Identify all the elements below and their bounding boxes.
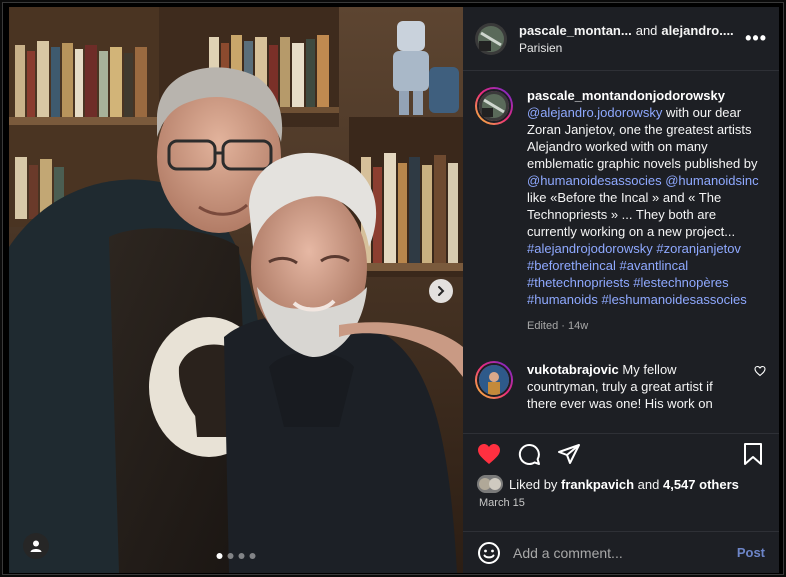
header-usernames: pascale_montan... and alejandro....	[519, 23, 745, 38]
carousel-indicators	[216, 553, 256, 559]
caption-username[interactable]: pascale_montandonjodorowsky	[527, 87, 767, 104]
mention-link[interactable]: @humanoidesassocies	[527, 173, 662, 188]
action-bar	[463, 433, 779, 473]
liker-avatar-image	[477, 475, 503, 493]
likes-count[interactable]: 4,547 others	[663, 477, 739, 492]
chevron-right-icon	[438, 286, 445, 296]
hashtag-link[interactable]: #humanoids	[527, 292, 598, 307]
carousel-dot	[249, 553, 256, 559]
post-header: pascale_montan... and alejandro.... Parisi…	[463, 7, 779, 71]
avatar-image	[479, 365, 509, 395]
comment-body: vukotabrajovic My fellow countryman, tru…	[527, 361, 745, 412]
hashtags: #alejandrojodorowsky #zoranjanjetov #bef…	[527, 240, 767, 308]
comment-button[interactable]	[517, 442, 541, 466]
caption-body: pascale_montandonjodorowsky @alejandro.j…	[527, 87, 767, 335]
user-icon	[30, 540, 42, 552]
comments-list[interactable]: pascale_montandonjodorowsky @alejandro.j…	[463, 81, 779, 423]
caption-avatar[interactable]	[475, 87, 513, 125]
caption-text-part: like «Before the Incal » and « The Techn…	[527, 190, 736, 239]
post-comment-button[interactable]: Post	[737, 545, 765, 560]
commenter-username[interactable]: vukotabrajovic	[527, 362, 619, 377]
author-username[interactable]: pascale_montan...	[519, 23, 632, 38]
add-comment-bar: Post	[463, 531, 779, 573]
liked-by-middle: and	[637, 476, 660, 492]
save-button[interactable]	[741, 442, 765, 466]
avatar-image	[479, 91, 509, 121]
comment-item: vukotabrajovic My fellow countryman, tru…	[463, 355, 779, 418]
header-text: pascale_montan... and alejandro.... Parisi…	[519, 23, 745, 55]
post-side-panel: pascale_montan... and alejandro.... Parisi…	[463, 7, 779, 573]
mention-link[interactable]: @humanoidsinc	[665, 173, 758, 188]
mention-link[interactable]: @alejandro.jodorowsky	[527, 105, 662, 120]
comment-bubble-icon	[518, 443, 540, 465]
hashtag-link[interactable]: #zoranjanjetov	[656, 241, 741, 256]
liked-by-prefix: Liked by	[509, 476, 558, 492]
post-location[interactable]: Parisien	[519, 41, 745, 55]
photo-scene	[9, 7, 463, 573]
emoji-icon[interactable]	[477, 541, 501, 565]
caption-text: @alejandro.jodorowsky with our dear Zora…	[527, 104, 767, 240]
hashtag-link[interactable]: #leshumanoidesassocies	[601, 292, 746, 307]
post-date[interactable]: March 15	[479, 497, 525, 509]
post-photo[interactable]	[9, 7, 463, 573]
commenter-avatar[interactable]	[475, 361, 513, 399]
paper-plane-icon	[558, 443, 580, 464]
share-button[interactable]	[557, 442, 581, 466]
comment-input[interactable]	[513, 544, 737, 561]
carousel-dot	[227, 553, 234, 559]
post-dialog: pascale_montan... and alejandro.... Parisi…	[2, 2, 784, 575]
hashtag-link[interactable]: #avantlincal	[620, 258, 689, 273]
liked-by-user[interactable]: frankpavich	[561, 477, 634, 492]
hashtag-link[interactable]: #lestechnopères	[633, 275, 728, 290]
caption-meta: Edited · 14w	[527, 320, 589, 332]
like-button[interactable]	[477, 442, 501, 466]
next-photo-button[interactable]	[429, 279, 453, 303]
likes-summary: Liked by frankpavich and 4,547 others	[477, 475, 765, 493]
and-text: and	[635, 22, 658, 38]
bookmark-icon	[744, 442, 762, 465]
hashtag-link[interactable]: #alejandrojodorowsky	[527, 241, 653, 256]
collaborator-username[interactable]: alejandro....	[661, 23, 733, 38]
hashtag-link[interactable]: #thetechnopriests	[527, 275, 630, 290]
heart-filled-icon	[478, 443, 500, 464]
caption: pascale_montandonjodorowsky @alejandro.j…	[463, 81, 779, 341]
avatar-image	[475, 22, 507, 55]
carousel-dot	[216, 553, 223, 559]
hashtag-link[interactable]: #beforetheincal	[527, 258, 616, 273]
author-avatar[interactable]	[475, 22, 507, 55]
tagged-users-button[interactable]	[23, 533, 49, 559]
more-options-button[interactable]: •••	[745, 28, 767, 49]
comment-like-icon[interactable]	[753, 365, 767, 377]
liker-avatars	[477, 475, 503, 493]
carousel-dot	[238, 553, 245, 559]
